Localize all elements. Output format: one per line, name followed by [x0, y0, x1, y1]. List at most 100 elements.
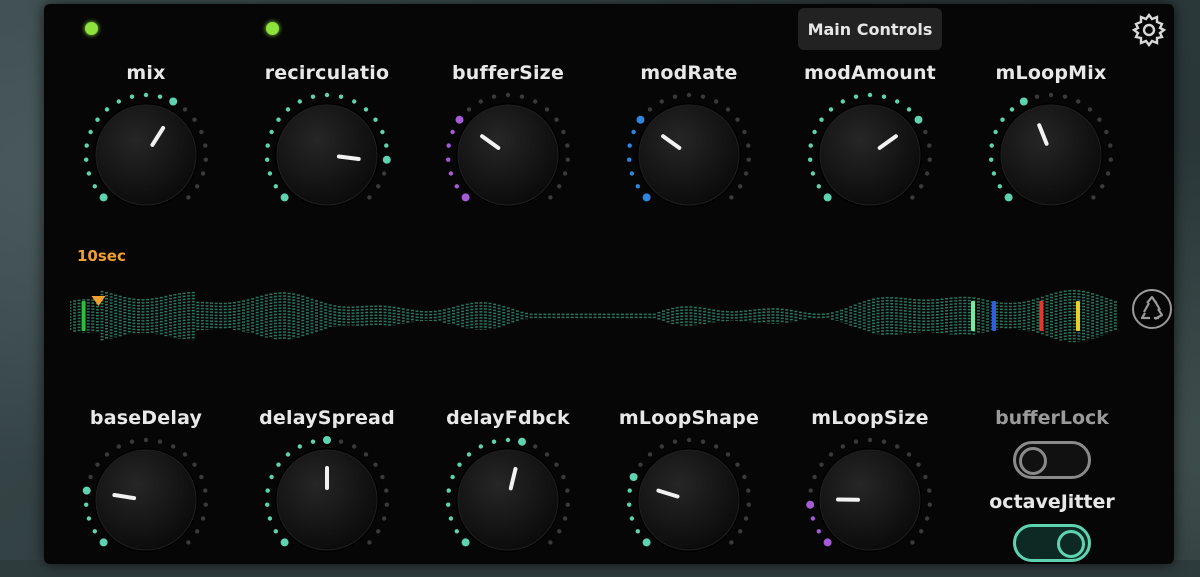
- knob-mod-rate[interactable]: modRate: [624, 62, 754, 232]
- buffer-waveform[interactable]: [70, 268, 1120, 364]
- knob-tick: [882, 95, 886, 99]
- knob-delay-feedback[interactable]: delayFdbck: [443, 407, 573, 577]
- knob-body[interactable]: [639, 450, 739, 550]
- tooltip: Main Controls: [798, 8, 942, 50]
- knob-tick: [738, 529, 742, 533]
- buffer-lock-toggle[interactable]: [1013, 441, 1091, 479]
- toggle-thumb: [1019, 447, 1047, 475]
- knob-body[interactable]: [1001, 105, 1101, 205]
- knob-tick: [811, 171, 815, 175]
- knob-tick: [648, 107, 652, 111]
- knob-tick: [201, 171, 205, 175]
- knob-tick: [281, 193, 289, 201]
- knob-mloop-shape[interactable]: mLoopShape: [624, 407, 754, 577]
- knob-body[interactable]: [639, 105, 739, 205]
- knob-tick: [557, 529, 561, 533]
- octave-jitter-toggle[interactable]: [1013, 524, 1091, 562]
- knob-tick: [447, 488, 451, 492]
- knob-tick: [746, 488, 750, 492]
- knob-tick: [630, 171, 634, 175]
- knob-tick: [841, 444, 845, 448]
- knob-body[interactable]: [277, 105, 377, 205]
- knob-tick: [446, 158, 450, 162]
- knob-tick: [548, 195, 552, 199]
- knob-tick: [447, 143, 451, 147]
- knob-tick: [199, 475, 203, 479]
- knob-tick: [367, 195, 371, 199]
- knob-tick: [919, 529, 923, 533]
- knob-delay-spread[interactable]: delaySpread: [262, 407, 392, 577]
- knob-tick: [450, 130, 454, 134]
- knob-buffer-size[interactable]: bufferSize: [443, 62, 573, 232]
- knob-tick: [169, 98, 177, 106]
- knob-tick: [1076, 99, 1080, 103]
- knob-tick: [729, 195, 733, 199]
- knob-tick: [744, 516, 748, 520]
- knob-tick: [806, 501, 814, 509]
- knob-tick: [637, 116, 645, 124]
- knob-tick: [916, 463, 920, 467]
- knob-tick: [992, 171, 996, 175]
- knob-tick: [735, 463, 739, 467]
- knob-tick: [506, 93, 510, 97]
- knob-mod-amount[interactable]: modAmount: [805, 62, 935, 232]
- knob-tick: [93, 184, 97, 188]
- knob-body[interactable]: [96, 105, 196, 205]
- knob-tick: [373, 118, 377, 122]
- knob-tick: [829, 107, 833, 111]
- gear-icon[interactable]: [1131, 12, 1167, 48]
- knob-body[interactable]: [820, 450, 920, 550]
- knob-tick: [462, 193, 470, 201]
- knob-tick: [726, 107, 730, 111]
- knob-base-delay[interactable]: baseDelay: [81, 407, 211, 577]
- knob-tick: [479, 444, 483, 448]
- knob-body[interactable]: [458, 105, 558, 205]
- buffer-marker[interactable]: [1039, 301, 1043, 331]
- knob-tick: [467, 107, 471, 111]
- knob-tick: [130, 440, 134, 444]
- knob-mloop-mix[interactable]: mLoopMix: [986, 62, 1116, 232]
- knob-tick: [85, 143, 89, 147]
- knob-body[interactable]: [820, 105, 920, 205]
- knob-tick: [269, 130, 273, 134]
- knob-tick: [636, 529, 640, 533]
- knob-body[interactable]: [458, 450, 558, 550]
- knob-tick: [455, 529, 459, 533]
- knob-tick: [923, 475, 927, 479]
- knob-tick: [203, 488, 207, 492]
- knob-tick: [809, 143, 813, 147]
- knob-tick: [376, 184, 380, 188]
- knob-tick: [895, 99, 899, 103]
- knob-tick: [854, 440, 858, 444]
- knob-tick: [380, 130, 384, 134]
- knob-tick: [1020, 98, 1028, 106]
- buffer-marker[interactable]: [82, 301, 86, 331]
- toggle-thumb: [1057, 530, 1085, 558]
- knob-tick: [925, 171, 929, 175]
- knob-tick: [467, 452, 471, 456]
- knob-mix[interactable]: mix: [81, 62, 211, 232]
- buffer-marker[interactable]: [971, 301, 975, 331]
- knob-tick: [269, 475, 273, 479]
- knob-tick: [183, 107, 187, 111]
- knob-tick: [919, 184, 923, 188]
- knob-tick: [1035, 95, 1039, 99]
- knob-tick: [882, 440, 886, 444]
- knob-body[interactable]: [277, 450, 377, 550]
- knob-mloop-size[interactable]: mLoopSize: [805, 407, 935, 577]
- knob-tick: [449, 516, 453, 520]
- knob-tick: [450, 475, 454, 479]
- recycle-icon[interactable]: [1131, 288, 1173, 330]
- knob-body[interactable]: [96, 450, 196, 550]
- buffer-marker[interactable]: [992, 301, 996, 331]
- knob-tick: [841, 99, 845, 103]
- knob-tick: [95, 118, 99, 122]
- buffer-marker[interactable]: [1076, 301, 1080, 331]
- knob-tick: [990, 143, 994, 147]
- knob-tick: [274, 184, 278, 188]
- knob-tick: [998, 184, 1002, 188]
- knob-tick: [735, 118, 739, 122]
- toggle-label-buffer-lock: bufferLock: [967, 407, 1137, 429]
- knob-recirculation[interactable]: recirculatio: [262, 62, 392, 232]
- knob-tick: [385, 503, 389, 507]
